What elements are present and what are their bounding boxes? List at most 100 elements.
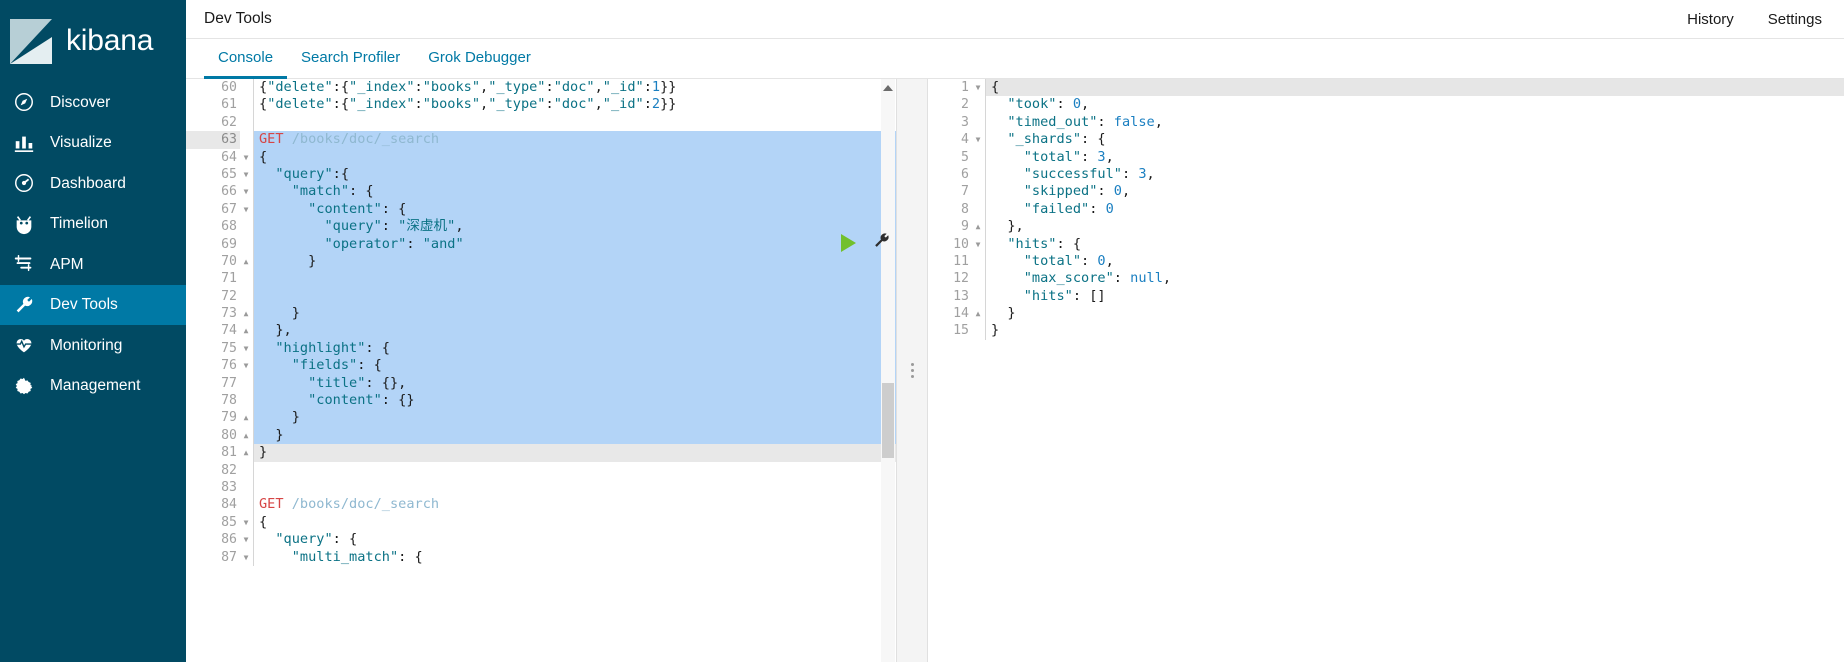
sidebar-item-discover[interactable]: Discover bbox=[0, 82, 186, 123]
fold-up-icon[interactable]: ▲ bbox=[241, 322, 251, 339]
tab-label: Console bbox=[218, 49, 274, 66]
code-text: "content": {} bbox=[254, 392, 896, 410]
sidebar-item-label: Visualize bbox=[50, 134, 112, 151]
code-line[interactable]: 78 "content": {} bbox=[186, 392, 896, 410]
history-link[interactable]: History bbox=[1687, 11, 1734, 28]
tab-search-profiler[interactable]: Search Profiler bbox=[287, 39, 414, 79]
code-line[interactable]: 63 GET /books/doc/_search bbox=[186, 131, 896, 149]
code-line[interactable]: 75 ▼ "highlight": { bbox=[186, 339, 896, 358]
fold-down-icon[interactable]: ▼ bbox=[241, 340, 251, 357]
response-pane[interactable]: 1 ▼{2 "took": 0, 3 "timed_out": false, 4 ▼ "… bbox=[928, 79, 1844, 662]
sidebar-item-apm[interactable]: APM bbox=[0, 244, 186, 285]
fold-down-icon[interactable]: ▼ bbox=[241, 531, 251, 548]
fold-up-icon[interactable]: ▲ bbox=[241, 444, 251, 461]
request-editor[interactable]: 60 {"delete":{"_index":"books","_type":"d… bbox=[186, 79, 896, 662]
line-number: 79 ▲ bbox=[186, 409, 248, 426]
settings-link[interactable]: Settings bbox=[1768, 11, 1822, 28]
code-line[interactable]: 79 ▲ } bbox=[186, 409, 896, 427]
code-line[interactable]: 69 "operator": "and" bbox=[186, 235, 896, 253]
fold-down-icon[interactable]: ▼ bbox=[241, 549, 251, 566]
line-number: 74 ▲ bbox=[186, 322, 248, 339]
code-line: 6 "successful": 3, bbox=[928, 165, 1844, 184]
code-line[interactable]: 65 ▼ "query":{ bbox=[186, 165, 896, 184]
code-line: 2 "took": 0, bbox=[928, 96, 1844, 114]
code-line[interactable]: 82 bbox=[186, 461, 896, 479]
wrench-icon[interactable] bbox=[872, 231, 891, 255]
code-line[interactable]: 87 ▼ "multi_match": { bbox=[186, 548, 896, 566]
sidebar-item-visualize[interactable]: Visualize bbox=[0, 123, 186, 164]
line-number: 76 ▼ bbox=[186, 357, 248, 374]
fold-up-icon[interactable]: ▲ bbox=[973, 218, 983, 235]
fold-down-icon[interactable]: ▼ bbox=[241, 183, 251, 200]
code-line[interactable]: 71 bbox=[186, 270, 896, 288]
fold-down-icon[interactable]: ▼ bbox=[241, 149, 251, 166]
code-line[interactable]: 84 GET /books/doc/_search bbox=[186, 496, 896, 514]
sidebar-item-label: Discover bbox=[50, 93, 111, 111]
code-line[interactable]: 67 ▼ "content": { bbox=[186, 200, 896, 219]
fold-down-icon[interactable]: ▼ bbox=[241, 357, 251, 374]
play-triangle-icon[interactable] bbox=[841, 234, 856, 252]
code-line[interactable]: 64 ▼ { bbox=[186, 148, 896, 166]
fold-down-icon[interactable]: ▼ bbox=[973, 236, 983, 253]
code-text: "hits": [] bbox=[1023, 287, 1106, 304]
code-line: 11 "total": 0, bbox=[928, 252, 1844, 271]
tab-console[interactable]: Console bbox=[204, 39, 288, 79]
line-number: 7 bbox=[961, 184, 969, 200]
code-line: 7 "skipped": 0, bbox=[928, 183, 1844, 201]
line-number: 60 bbox=[221, 80, 237, 95]
code-text: "content": { bbox=[254, 200, 896, 219]
fold-up-icon[interactable]: ▲ bbox=[241, 427, 251, 444]
request-actions bbox=[841, 231, 891, 255]
code-line[interactable]: 60 {"delete":{"_index":"books","_type":"d… bbox=[186, 79, 896, 97]
global-nav-sidebar: kibana Discover Visualize Dashboard Time… bbox=[0, 0, 186, 662]
code-line[interactable]: 85 ▼ { bbox=[186, 513, 896, 532]
code-text: "query": { bbox=[275, 531, 358, 548]
fold-down-icon[interactable]: ▼ bbox=[973, 131, 983, 148]
code-line[interactable]: 80 ▲ } bbox=[186, 426, 896, 445]
code-line[interactable]: 62 bbox=[186, 113, 896, 132]
sidebar-item-dashboard[interactable]: Dashboard bbox=[0, 163, 186, 204]
code-line[interactable]: 81 ▲} bbox=[186, 444, 896, 462]
sidebar-nav: Discover Visualize Dashboard Timelion AP… bbox=[0, 82, 186, 406]
line-number: 85 ▼ bbox=[186, 514, 248, 531]
code-line[interactable]: 68 "query": "深虚机", bbox=[186, 218, 896, 236]
line-number: 78 bbox=[221, 393, 237, 409]
fold-up-icon[interactable]: ▲ bbox=[241, 305, 251, 322]
fold-down-icon[interactable]: ▼ bbox=[241, 201, 251, 218]
code-line[interactable]: 77 "title": {}, bbox=[186, 374, 896, 393]
scroll-up-arrow-icon[interactable] bbox=[883, 85, 893, 91]
code-line[interactable]: 74 ▲ }, bbox=[186, 322, 896, 340]
sidebar-item-dev-tools[interactable]: Dev Tools bbox=[0, 284, 186, 325]
fold-up-icon[interactable]: ▲ bbox=[241, 409, 251, 426]
code-line[interactable]: 61 {"delete":{"_index":"books","_type":"d… bbox=[186, 96, 896, 114]
sidebar-item-timelion[interactable]: Timelion bbox=[0, 204, 186, 245]
code-line[interactable]: 83 bbox=[186, 478, 896, 497]
fold-down-icon[interactable]: ▼ bbox=[973, 79, 983, 96]
code-line[interactable]: 66 ▼ "match": { bbox=[186, 183, 896, 201]
code-text: }, bbox=[254, 322, 896, 340]
code-line: 5 "total": 3, bbox=[928, 148, 1844, 166]
fold-down-icon[interactable]: ▼ bbox=[241, 514, 251, 531]
code-line[interactable]: 76 ▼ "fields": { bbox=[186, 357, 896, 375]
sidebar-item-management[interactable]: Management bbox=[0, 366, 186, 407]
code-text: } bbox=[991, 322, 1000, 339]
line-number: 70 ▲ bbox=[186, 253, 248, 270]
tab-grok-debugger[interactable]: Grok Debugger bbox=[414, 39, 545, 79]
line-number: 75 ▼ bbox=[186, 340, 248, 357]
sidebar-item-monitoring[interactable]: Monitoring bbox=[0, 325, 186, 366]
kibana-brand[interactable]: kibana bbox=[0, 0, 186, 82]
fold-down-icon[interactable]: ▼ bbox=[241, 166, 251, 183]
pane-splitter[interactable] bbox=[896, 79, 928, 662]
code-line[interactable]: 86 ▼ "query": { bbox=[186, 531, 896, 549]
editor-scrollbar[interactable] bbox=[881, 79, 895, 662]
sidebar-item-label: Dashboard bbox=[50, 174, 126, 192]
code-line[interactable]: 70 ▲ } bbox=[186, 252, 896, 271]
fold-up-icon[interactable]: ▲ bbox=[241, 253, 251, 270]
editor-scrollbar-thumb[interactable] bbox=[882, 383, 894, 458]
request-editor-pane[interactable]: 60 {"delete":{"_index":"books","_type":"d… bbox=[186, 79, 896, 662]
fold-up-icon[interactable]: ▲ bbox=[973, 305, 983, 322]
code-line[interactable]: 72 bbox=[186, 287, 896, 306]
line-number: 61 bbox=[221, 97, 237, 113]
code-line[interactable]: 73 ▲ } bbox=[186, 305, 896, 323]
